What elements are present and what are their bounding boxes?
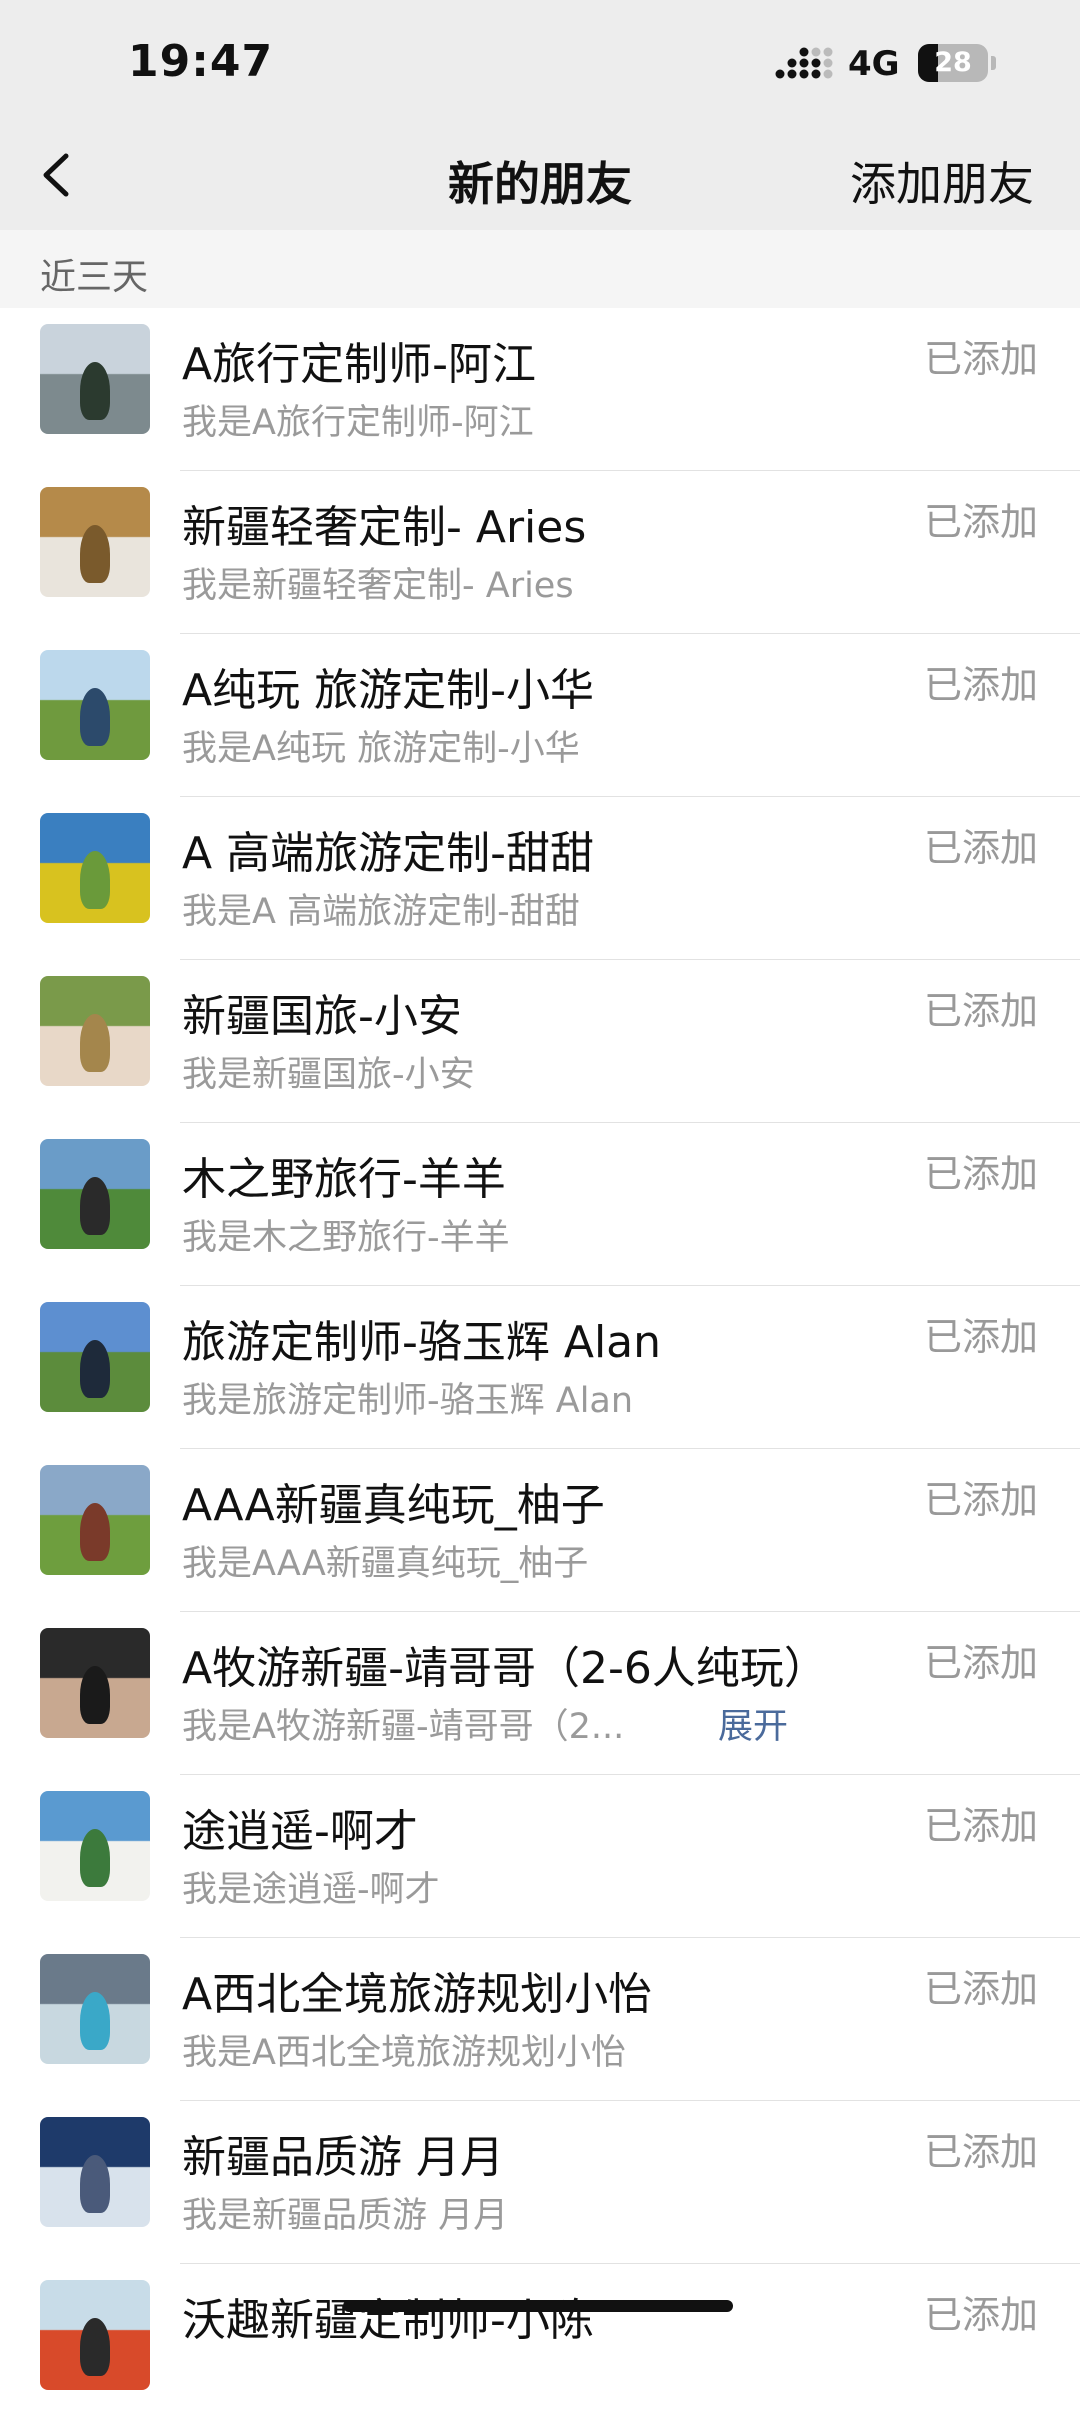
added-status: 已添加: [923, 663, 1038, 707]
avatar[interactable]: [40, 1139, 150, 1249]
contact-name: 新疆轻奢定制- Aries: [182, 502, 587, 553]
avatar[interactable]: [40, 813, 150, 923]
added-status: 已添加: [923, 1478, 1038, 1522]
request-message: 我是旅游定制师-骆玉辉 Alan: [182, 1381, 634, 1421]
status-bar: 19:47 4G 28: [0, 0, 1080, 120]
friend-request-row[interactable]: 新疆国旅-小安我是新疆国旅-小安 已添加: [0, 960, 1080, 1123]
friend-request-row[interactable]: AAA新疆真纯玩_柚子我是AAA新疆真纯玩_柚子 已添加: [0, 1449, 1080, 1612]
friend-request-row[interactable]: 木之野旅行-羊羊我是木之野旅行-羊羊 已添加: [0, 1123, 1080, 1286]
added-status: 已添加: [923, 2130, 1038, 2174]
section-label: 近三天: [40, 257, 149, 298]
cellular-signal-icon: [775, 47, 833, 79]
expand-link[interactable]: 展开: [718, 1698, 788, 1749]
avatar[interactable]: [40, 1954, 150, 2064]
navigation-bar: 新的朋友 添加朋友: [0, 120, 1080, 230]
added-status: 已添加: [923, 1641, 1038, 1685]
friend-request-row[interactable]: A西北全境旅游规划小怡我是A西北全境旅游规划小怡 已添加: [0, 1938, 1080, 2101]
avatar[interactable]: [40, 1465, 150, 1575]
friend-request-row[interactable]: 新疆品质游 月月我是新疆品质游 月月 已添加: [0, 2101, 1080, 2264]
avatar[interactable]: [40, 650, 150, 760]
contact-name: 新疆国旅-小安: [182, 991, 462, 1042]
friend-request-row[interactable]: A牧游新疆-靖哥哥（2-6人纯玩） 我是A牧游新疆-靖哥哥（2... 展开 已添加: [0, 1612, 1080, 1775]
added-status: 已添加: [923, 2293, 1038, 2337]
friend-request-row[interactable]: 新疆轻奢定制- Aries 我是新疆轻奢定制- Aries 已添加: [0, 471, 1080, 634]
friend-request-row[interactable]: 沃趣新疆定制师-小陈 已添加: [0, 2264, 1080, 2427]
avatar[interactable]: [40, 976, 150, 1086]
avatar[interactable]: [40, 324, 150, 434]
friend-request-row[interactable]: 旅游定制师-骆玉辉 Alan 我是旅游定制师-骆玉辉 Alan 已添加: [0, 1286, 1080, 1449]
request-message: 我是途逍遥-啊才: [182, 1870, 440, 1910]
contact-name: 新疆品质游 月月: [182, 2132, 504, 2183]
added-status: 已添加: [923, 826, 1038, 870]
request-message: 我是A西北全境旅游规划小怡: [182, 2033, 626, 2073]
page-title: 新的朋友: [448, 157, 632, 211]
request-message: 我是A 高端旅游定制-甜甜: [182, 892, 580, 932]
request-message: 我是A牧游新疆-靖哥哥（2...: [182, 1707, 625, 1747]
contact-name: A纯玩 旅游定制-小华: [182, 665, 594, 716]
battery-icon: 28: [918, 44, 998, 82]
added-status: 已添加: [923, 1967, 1038, 2011]
contact-name: 旅游定制师-骆玉辉 Alan: [182, 1317, 662, 1368]
friend-request-row[interactable]: A 高端旅游定制-甜甜我是A 高端旅游定制-甜甜 已添加: [0, 797, 1080, 960]
section-header: 近三天: [0, 230, 1080, 308]
contact-name: 途逍遥-啊才: [182, 1806, 418, 1857]
battery-percent: 28: [934, 47, 972, 78]
friend-request-row[interactable]: A纯玩 旅游定制-小华我是A纯玩 旅游定制-小华 已添加: [0, 634, 1080, 797]
request-message: 我是新疆轻奢定制- Aries: [182, 566, 574, 606]
added-status: 已添加: [923, 500, 1038, 544]
status-time: 19:47: [128, 36, 274, 87]
add-friend-button[interactable]: 添加朋友: [850, 148, 1034, 214]
added-status: 已添加: [923, 337, 1038, 381]
avatar[interactable]: [40, 2280, 150, 2390]
friend-request-row[interactable]: A旅行定制师-阿江我是A旅行定制师-阿江 已添加: [0, 308, 1080, 471]
contact-name: A牧游新疆-靖哥哥（2-6人纯玩）: [182, 1643, 828, 1694]
request-message: 我是A纯玩 旅游定制-小华: [182, 729, 580, 769]
contact-name: A旅行定制师-阿江: [182, 339, 536, 390]
request-message: 我是新疆品质游 月月: [182, 2196, 509, 2236]
avatar[interactable]: [40, 487, 150, 597]
request-message: 我是木之野旅行-羊羊: [182, 1218, 510, 1258]
added-status: 已添加: [923, 989, 1038, 1033]
network-type: 4G: [848, 44, 900, 84]
contact-name: A西北全境旅游规划小怡: [182, 1969, 653, 2020]
friend-request-row[interactable]: 途逍遥-啊才我是途逍遥-啊才 已添加: [0, 1775, 1080, 1938]
avatar[interactable]: [40, 1628, 150, 1738]
chevron-left-icon[interactable]: [30, 142, 86, 208]
contact-name: 沃趣新疆定制师-小陈: [182, 2295, 594, 2346]
home-indicator[interactable]: [343, 2300, 733, 2312]
contact-name: 木之野旅行-羊羊: [182, 1154, 506, 1205]
added-status: 已添加: [923, 1804, 1038, 1848]
avatar[interactable]: [40, 2117, 150, 2227]
request-message: 我是A旅行定制师-阿江: [182, 403, 534, 443]
request-message: 我是新疆国旅-小安: [182, 1055, 475, 1095]
added-status: 已添加: [923, 1152, 1038, 1196]
added-status: 已添加: [923, 1315, 1038, 1359]
request-message: 我是AAA新疆真纯玩_柚子: [182, 1544, 589, 1584]
avatar[interactable]: [40, 1302, 150, 1412]
friend-request-list: A旅行定制师-阿江 我是A旅行定制师-阿江 已添加 新疆轻奢定制- Aries 我是新疆…: [0, 308, 1080, 2427]
contact-name: AAA新疆真纯玩_柚子: [182, 1480, 605, 1531]
contact-name: A 高端旅游定制-甜甜: [182, 828, 594, 879]
avatar[interactable]: [40, 1791, 150, 1901]
